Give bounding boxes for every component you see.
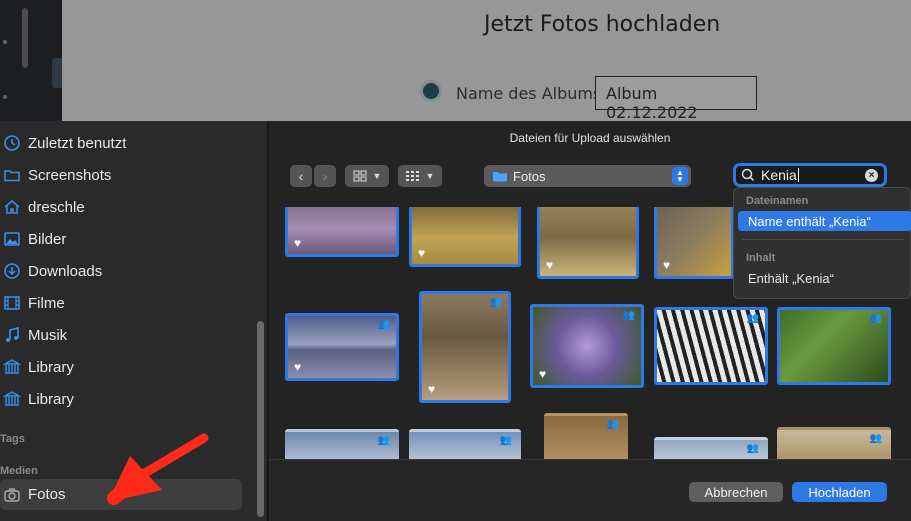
- location-select[interactable]: Fotos ▲ ▼: [484, 165, 691, 187]
- sidebar-item-label: Filme: [28, 294, 65, 312]
- suggestion-name-contains[interactable]: Name enthält „Kenia“: [738, 211, 911, 231]
- folder-icon: [493, 172, 507, 182]
- photo-thumbnail[interactable]: 👥: [285, 429, 399, 461]
- favorite-heart-icon: ♥: [539, 367, 547, 381]
- back-button[interactable]: ‹: [290, 165, 312, 187]
- favorite-heart-icon: ♥: [294, 360, 302, 374]
- download-icon: [4, 263, 20, 279]
- sidebar-item-library[interactable]: Library: [0, 353, 260, 381]
- chevron-down-icon: ▼: [372, 171, 382, 181]
- forward-button[interactable]: ›: [314, 165, 336, 187]
- annotation-arrow-icon: [107, 433, 209, 505]
- sidebar-item-label: Library: [28, 390, 74, 408]
- camera-icon: [4, 487, 20, 502]
- sidebar-item-label: Zuletzt benutzt: [28, 134, 127, 152]
- people-icon: 👥: [377, 435, 390, 446]
- photo-thumbnail[interactable]: 👥: [654, 307, 768, 385]
- sidebar-item-label: Downloads: [28, 262, 103, 280]
- photo-thumbnail[interactable]: 👥: [409, 429, 521, 461]
- dialog-title: Dateien für Upload auswählen: [509, 131, 671, 145]
- sidebar-item-music[interactable]: Musik: [0, 321, 260, 349]
- sidebar-item-home[interactable]: dreschle: [0, 193, 260, 221]
- people-icon: 👥: [499, 435, 512, 446]
- favorite-heart-icon: ♥: [418, 246, 426, 260]
- library-icon: [3, 391, 21, 406]
- photo-thumbnail[interactable]: ♥ 👥: [419, 291, 511, 403]
- photo-thumbnail[interactable]: 👥: [544, 413, 628, 461]
- chevron-right-icon: ›: [322, 168, 328, 184]
- suggestion-content-contains[interactable]: Enthält „Kenia“: [738, 268, 911, 288]
- search-suggestions-menu: Dateinamen Name enthält „Kenia“ Inhalt E…: [733, 187, 911, 299]
- people-icon: 👥: [377, 319, 390, 330]
- favorite-heart-icon: ♥: [428, 382, 436, 396]
- sidebar-item-recent[interactable]: Zuletzt benutzt: [0, 129, 260, 157]
- people-icon: 👥: [606, 419, 619, 430]
- cancel-button[interactable]: Abbrechen: [689, 482, 783, 502]
- photo-thumbnail[interactable]: ♥ 👥: [285, 313, 399, 381]
- view-mode-button[interactable]: ▼: [345, 165, 389, 187]
- photo-thumbnail[interactable]: ♥: [537, 207, 639, 279]
- photos-icon: [4, 232, 20, 246]
- search-icon: [741, 168, 755, 182]
- upload-button[interactable]: Hochladen: [792, 482, 887, 502]
- sidebar-item-pictures[interactable]: Bilder: [0, 225, 260, 253]
- sidebar-section-tags: Tags: [0, 433, 25, 445]
- chevron-down-icon: ▼: [425, 171, 435, 181]
- folder-icon: [4, 170, 20, 182]
- people-icon: 👥: [622, 310, 635, 321]
- grid-small-icon: [405, 171, 419, 181]
- people-icon: 👥: [746, 443, 759, 454]
- library-icon: [3, 359, 21, 374]
- favorite-heart-icon: ♥: [663, 258, 671, 272]
- location-label: Fotos: [513, 168, 546, 184]
- favorite-heart-icon: ♥: [546, 258, 554, 272]
- photo-thumbnail[interactable]: ♥: [285, 207, 399, 257]
- sidebar-item-movies[interactable]: Filme: [0, 289, 260, 317]
- stepper-icon: ▲ ▼: [672, 167, 688, 185]
- sidebar-item-screenshots[interactable]: Screenshots: [0, 161, 260, 189]
- chevron-left-icon: ‹: [298, 168, 304, 184]
- photo-thumbnail[interactable]: 👥: [777, 427, 891, 461]
- suggestion-section-content: Inhalt: [746, 252, 776, 264]
- music-icon: [6, 326, 19, 342]
- film-icon: [4, 296, 20, 310]
- sidebar-item-label: Library: [28, 358, 74, 376]
- divider: [742, 239, 904, 240]
- people-icon: 👥: [869, 433, 882, 444]
- sidebar-item-label: Fotos: [28, 486, 66, 503]
- dialog-footer: Abbrechen Hochladen: [269, 459, 911, 521]
- file-browser: Dateien für Upload auswählen ‹ › ▼ ▼ Fot…: [269, 121, 911, 521]
- home-icon: [4, 200, 20, 214]
- clock-icon: [4, 135, 20, 151]
- sidebar-section-media: Medien: [0, 465, 38, 477]
- photo-thumbnail[interactable]: 👥: [654, 437, 768, 461]
- photo-thumbnail[interactable]: ♥: [409, 207, 521, 267]
- photo-thumbnail[interactable]: ♥ 👥: [530, 304, 644, 388]
- sidebar-item-library-2[interactable]: Library: [0, 385, 260, 413]
- people-icon: 👥: [869, 313, 882, 324]
- sidebar-item-downloads[interactable]: Downloads: [0, 257, 260, 285]
- people-icon: 👥: [489, 297, 502, 308]
- photo-thumbnail[interactable]: 👥: [777, 307, 891, 385]
- clear-search-icon[interactable]: ×: [865, 169, 878, 182]
- favorite-heart-icon: ♥: [294, 236, 302, 250]
- suggestion-section-filenames: Dateinamen: [746, 195, 809, 207]
- sidebar-scrollbar[interactable]: [257, 321, 264, 517]
- sidebar-item-label: dreschle: [28, 198, 85, 216]
- grid-icon: [353, 170, 367, 182]
- sidebar-item-label: Musik: [28, 326, 68, 344]
- photo-thumbnail[interactable]: ♥: [654, 207, 734, 279]
- sidebar-item-label: Screenshots: [28, 166, 112, 184]
- people-icon: 👥: [746, 313, 759, 324]
- sidebar-item-label: Bilder: [28, 230, 67, 248]
- search-input[interactable]: Kenia ×: [733, 163, 887, 187]
- group-button[interactable]: ▼: [398, 165, 442, 187]
- search-value: Kenia: [761, 167, 797, 183]
